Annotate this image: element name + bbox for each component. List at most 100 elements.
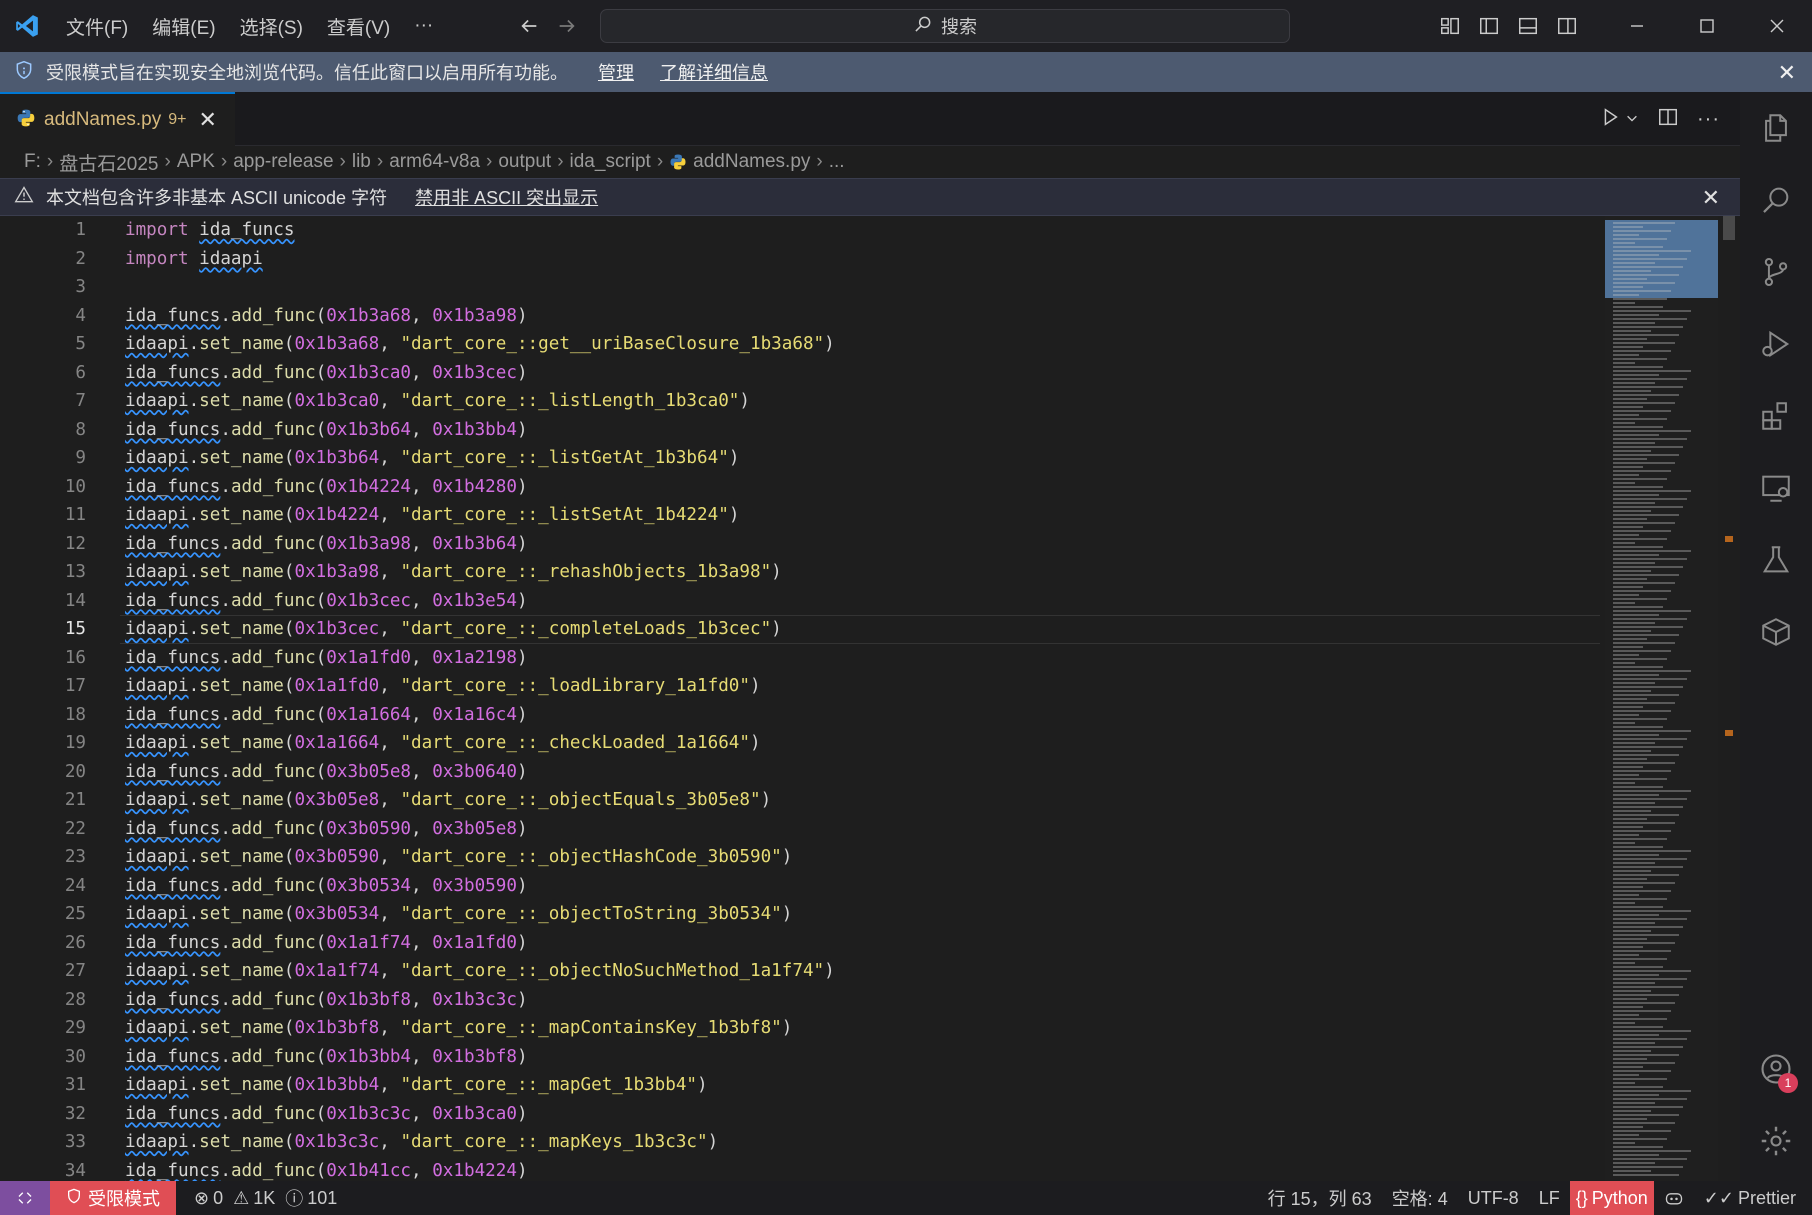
- code-line[interactable]: 22 ida_funcs.add_func(0x3b0590, 0x3b05e8): [0, 815, 1600, 844]
- breadcrumb-item[interactable]: F:: [24, 151, 41, 173]
- code-line[interactable]: 9 idaapi.set_name(0x1b3b64, "dart_core_::…: [0, 444, 1600, 473]
- tab-addnames[interactable]: addNames.py 9+ ✕: [0, 92, 235, 146]
- menu-file[interactable]: 文件(F): [54, 0, 140, 52]
- close-icon[interactable]: ✕: [1702, 185, 1720, 211]
- close-icon[interactable]: ✕: [1778, 60, 1796, 86]
- customize-layout-icon[interactable]: [1430, 0, 1469, 52]
- minimap-line: [1613, 266, 1683, 268]
- breadcrumb-item[interactable]: ...: [829, 151, 845, 173]
- tab-close-icon[interactable]: ✕: [198, 107, 216, 133]
- code-line[interactable]: 25 idaapi.set_name(0x3b0534, "dart_core_:…: [0, 900, 1600, 929]
- code-line[interactable]: 19 idaapi.set_name(0x1a1664, "dart_core_:…: [0, 729, 1600, 758]
- code-line[interactable]: 31 idaapi.set_name(0x1b3bb4, "dart_core_:…: [0, 1071, 1600, 1100]
- code-line[interactable]: 23 idaapi.set_name(0x3b0590, "dart_core_:…: [0, 843, 1600, 872]
- restricted-mode-indicator[interactable]: 受限模式: [50, 1181, 176, 1215]
- search-icon[interactable]: [1740, 164, 1812, 236]
- breadcrumb-item[interactable]: APK: [177, 151, 215, 173]
- code-line[interactable]: 12 ida_funcs.add_func(0x1b3a98, 0x1b3b64): [0, 530, 1600, 559]
- breadcrumb-item[interactable]: app-release: [233, 151, 333, 173]
- encoding[interactable]: UTF-8: [1458, 1181, 1529, 1215]
- menu-edit[interactable]: 编辑(E): [140, 0, 227, 52]
- breadcrumb-item[interactable]: arm64-v8a: [389, 151, 480, 173]
- code-line[interactable]: 21 idaapi.set_name(0x3b05e8, "dart_core_:…: [0, 786, 1600, 815]
- forward-arrow-icon[interactable]: [548, 0, 586, 52]
- settings-gear-icon[interactable]: [1740, 1105, 1812, 1177]
- code-line[interactable]: 5 idaapi.set_name(0x1b3a68, "dart_core_::…: [0, 330, 1600, 359]
- breadcrumb-item[interactable]: ida_script: [570, 151, 651, 173]
- code-line[interactable]: 3: [0, 273, 1600, 302]
- breadcrumb-item[interactable]: output: [498, 151, 551, 173]
- code-line[interactable]: 16 ida_funcs.add_func(0x1a1fd0, 0x1a2198): [0, 644, 1600, 673]
- minimap-line: [1613, 782, 1635, 784]
- code-line[interactable]: 1 import ida_funcs: [0, 216, 1600, 245]
- minimize-button[interactable]: [1602, 0, 1672, 52]
- run-and-debug-icon[interactable]: [1740, 308, 1812, 380]
- explorer-icon[interactable]: [1740, 92, 1812, 164]
- breadcrumb-item[interactable]: addNames.py: [693, 151, 810, 173]
- vertical-scrollbar[interactable]: [1722, 216, 1736, 1181]
- chevron-down-icon[interactable]: [1625, 109, 1639, 130]
- toggle-primary-sidebar-icon[interactable]: [1469, 0, 1508, 52]
- minimap-line: [1613, 338, 1647, 340]
- minimap-line: [1613, 602, 1635, 604]
- copilot-icon[interactable]: [1654, 1181, 1694, 1215]
- code-line[interactable]: 33 idaapi.set_name(0x1b3c3c, "dart_core_:…: [0, 1128, 1600, 1157]
- code-line[interactable]: 4 ida_funcs.add_func(0x1b3a68, 0x1b3a98): [0, 302, 1600, 331]
- breadcrumb-item[interactable]: lib: [352, 151, 371, 173]
- menu-more[interactable]: ···: [402, 0, 445, 52]
- remote-explorer-icon[interactable]: [1740, 452, 1812, 524]
- prettier-status[interactable]: ✓✓ Prettier: [1694, 1181, 1806, 1215]
- code-line[interactable]: 8 ida_funcs.add_func(0x1b3b64, 0x1b3bb4): [0, 416, 1600, 445]
- code-line[interactable]: 10 ida_funcs.add_func(0x1b4224, 0x1b4280): [0, 473, 1600, 502]
- code-line[interactable]: 14 ida_funcs.add_func(0x1b3cec, 0x1b3e54): [0, 587, 1600, 616]
- minimap-line: [1613, 1166, 1683, 1168]
- command-center-search[interactable]: 搜索: [600, 9, 1290, 43]
- code-line[interactable]: 11 idaapi.set_name(0x1b4224, "dart_core_:…: [0, 501, 1600, 530]
- testing-icon[interactable]: [1740, 524, 1812, 596]
- code-line[interactable]: 15 idaapi.set_name(0x1b3cec, "dart_core_:…: [0, 615, 1600, 644]
- disable-ascii-highlight-link[interactable]: 禁用非 ASCII 突出显示: [415, 184, 598, 210]
- code-line[interactable]: 28 ida_funcs.add_func(0x1b3bf8, 0x1b3c3c): [0, 986, 1600, 1015]
- code-line[interactable]: 29 idaapi.set_name(0x1b3bf8, "dart_core_:…: [0, 1014, 1600, 1043]
- language-mode[interactable]: {} Python: [1569, 1181, 1654, 1215]
- code-line[interactable]: 26 ida_funcs.add_func(0x1a1f74, 0x1a1fd0): [0, 929, 1600, 958]
- code-editor[interactable]: 1 import ida_funcs 2 import idaapi 3 4 ida_fun…: [0, 216, 1600, 1181]
- split-editor-icon[interactable]: [1657, 106, 1679, 133]
- code-line[interactable]: 18 ida_funcs.add_func(0x1a1664, 0x1a16c4): [0, 701, 1600, 730]
- remote-indicator[interactable]: [0, 1181, 50, 1215]
- code-line[interactable]: 17 idaapi.set_name(0x1a1fd0, "dart_core_:…: [0, 672, 1600, 701]
- more-actions-icon[interactable]: ···: [1697, 108, 1720, 131]
- minimap-line: [1613, 674, 1659, 676]
- code-line[interactable]: 6 ida_funcs.add_func(0x1b3ca0, 0x1b3cec): [0, 359, 1600, 388]
- code-line[interactable]: 24 ida_funcs.add_func(0x3b0534, 0x3b0590): [0, 872, 1600, 901]
- indentation[interactable]: 空格: 4: [1382, 1181, 1458, 1215]
- code-line[interactable]: 27 idaapi.set_name(0x1a1f74, "dart_core_:…: [0, 957, 1600, 986]
- minimap[interactable]: [1605, 216, 1718, 1181]
- code-line[interactable]: 2 import idaapi: [0, 245, 1600, 274]
- code-line[interactable]: 13 idaapi.set_name(0x1b3a98, "dart_core_:…: [0, 558, 1600, 587]
- end-of-line[interactable]: LF: [1529, 1181, 1570, 1215]
- manage-link[interactable]: 管理: [598, 59, 634, 85]
- menu-view[interactable]: 查看(V): [315, 0, 402, 52]
- source-control-icon[interactable]: [1740, 236, 1812, 308]
- problems-indicator[interactable]: ⊗ 0 ⚠ 1K ⓘ 101: [184, 1181, 347, 1215]
- extensions-icon[interactable]: [1740, 380, 1812, 452]
- scrollbar-thumb[interactable]: [1723, 216, 1735, 240]
- toggle-panel-icon[interactable]: [1508, 0, 1547, 52]
- code-line[interactable]: 7 idaapi.set_name(0x1b3ca0, "dart_core_::…: [0, 387, 1600, 416]
- run-python-icon[interactable]: [1599, 106, 1621, 133]
- code-line[interactable]: 20 ida_funcs.add_func(0x3b05e8, 0x3b0640): [0, 758, 1600, 787]
- learn-more-link[interactable]: 了解详细信息: [660, 59, 768, 85]
- toggle-secondary-sidebar-icon[interactable]: [1547, 0, 1586, 52]
- menu-selection[interactable]: 选择(S): [228, 0, 315, 52]
- package-icon[interactable]: [1740, 596, 1812, 668]
- cursor-position[interactable]: 行 15，列 63: [1258, 1181, 1382, 1215]
- code-line[interactable]: 30 ida_funcs.add_func(0x1b3bb4, 0x1b3bf8): [0, 1043, 1600, 1072]
- close-window-button[interactable]: [1742, 0, 1812, 52]
- code-line[interactable]: 32 ida_funcs.add_func(0x1b3c3c, 0x1b3ca0): [0, 1100, 1600, 1129]
- breadcrumb-item[interactable]: 盘古石2025: [59, 149, 158, 176]
- code-line[interactable]: 34 ida_funcs.add_func(0x1b41cc, 0x1b4224): [0, 1157, 1600, 1182]
- account-icon[interactable]: 1: [1740, 1033, 1812, 1105]
- back-arrow-icon[interactable]: [510, 0, 548, 52]
- maximize-button[interactable]: [1672, 0, 1742, 52]
